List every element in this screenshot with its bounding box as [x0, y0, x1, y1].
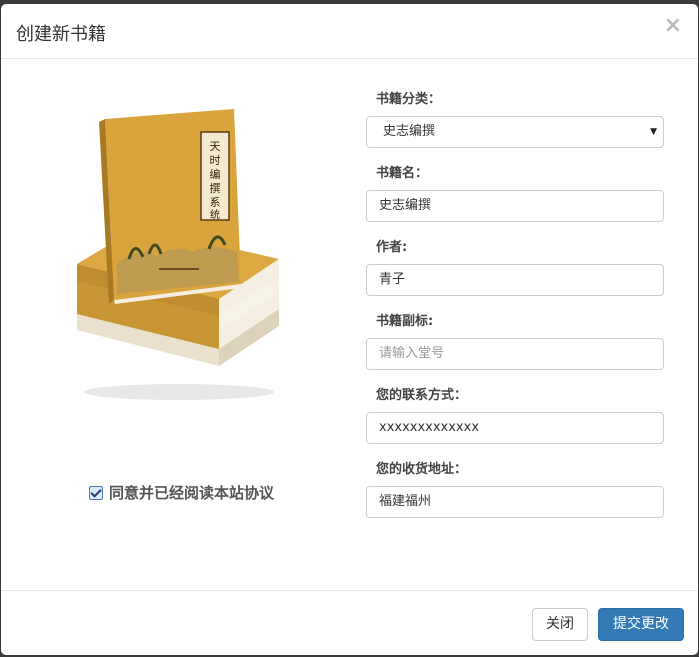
subtitle-label: 书籍副标: — [376, 314, 434, 329]
modal-footer: 关闭 提交更改 — [1, 590, 698, 655]
modal-title: 创建新书籍 — [16, 24, 106, 45]
book-cover-image: 天 时 编 撰 系 统 — [69, 104, 289, 404]
author-input[interactable]: 青子 — [366, 264, 664, 296]
contact-label: 您的联系方式： — [376, 388, 468, 403]
svg-text:编: 编 — [210, 167, 221, 181]
submit-button[interactable]: 提交更改 — [598, 608, 684, 641]
book-name-input[interactable]: 史志编撰 — [366, 190, 664, 222]
svg-text:撰: 撰 — [210, 181, 221, 195]
subtitle-input[interactable]: 请输入堂号 — [366, 338, 664, 370]
svg-text:系: 系 — [210, 196, 221, 209]
dropdown-arrow-icon: ▼ — [650, 127, 657, 137]
agreement-label: 同意并已经阅读本站协议 — [109, 484, 275, 502]
svg-text:时: 时 — [210, 154, 221, 167]
close-icon[interactable]: × — [664, 15, 682, 37]
close-button[interactable]: 关闭 — [532, 608, 588, 641]
author-label: 作者: — [376, 240, 408, 255]
address-input[interactable]: 福建福州 — [366, 486, 664, 518]
svg-text:统: 统 — [210, 208, 220, 221]
category-select[interactable]: 史志编撰 ▼ — [366, 116, 664, 148]
address-label: 您的收货地址： — [376, 462, 468, 477]
agreement-checkbox[interactable] — [89, 485, 103, 500]
modal-header: 创建新书籍 × — [1, 4, 698, 59]
svg-text:天: 天 — [210, 140, 221, 153]
contact-input[interactable]: xxxxxxxxxxxxx — [366, 412, 664, 444]
agreement-checkbox-row[interactable]: 同意并已经阅读本站协议 — [89, 482, 274, 503]
category-label: 书籍分类： — [376, 92, 442, 107]
category-select-value: 史志编撰 — [383, 124, 436, 139]
create-book-modal: 创建新书籍 × 天 时 编 撰 系 统 同意并已经阅读本站协议 书籍分类： 史志… — [1, 4, 698, 655]
book-name-label: 书籍名： — [376, 166, 429, 181]
